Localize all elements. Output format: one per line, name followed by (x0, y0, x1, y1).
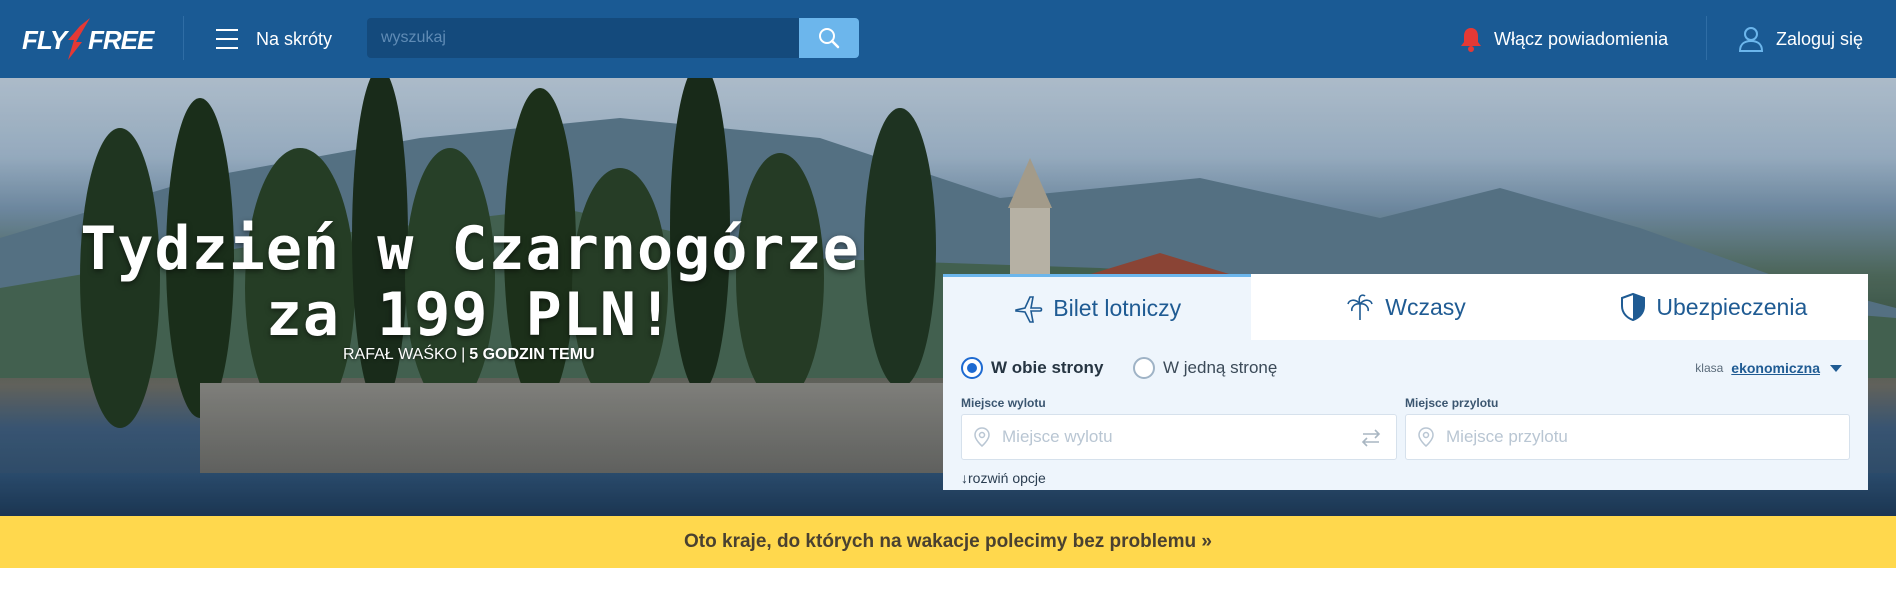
class-label: klasa (1695, 361, 1724, 375)
location-pin-icon (974, 427, 990, 447)
class-selector[interactable]: klasa ekonomiczna (1695, 360, 1842, 376)
shortcuts-menu-label: Na skróty (256, 28, 333, 49)
flight-search-panel: W obie strony W jedną stronę klasa ekono… (943, 340, 1868, 490)
radio-label: W jedną stronę (1163, 358, 1278, 377)
swap-icon[interactable] (1360, 427, 1382, 449)
shield-icon (1621, 292, 1646, 322)
promo-banner-text: Oto kraje, do których na wakacje polecim… (684, 531, 1212, 552)
tab-insurance[interactable]: Ubezpieczenia (1559, 274, 1868, 340)
class-value[interactable]: ekonomiczna (1731, 360, 1820, 376)
article-author: Rafał Waśko (343, 346, 458, 363)
departure-input[interactable] (1002, 427, 1332, 447)
arrival-field[interactable] (1405, 414, 1850, 460)
search-icon (819, 28, 840, 49)
tab-label: Bilet lotniczy (1053, 295, 1182, 321)
departure-field[interactable] (961, 414, 1397, 460)
tab-label: Wczasy (1385, 293, 1466, 320)
flight-search-widget: Bilet lotniczy Wczasy Ubezpieczenia W ob… (943, 274, 1868, 490)
hamburger-icon (216, 29, 238, 49)
promo-banner-link[interactable]: Oto kraje, do których na wakacje polecim… (0, 516, 1896, 568)
radio-checked-icon (961, 357, 983, 379)
radio-label: W obie strony (991, 358, 1104, 377)
login-label: Zaloguj się (1776, 28, 1864, 49)
location-pin-icon (1418, 427, 1434, 447)
tab-holidays[interactable]: Wczasy (1251, 274, 1560, 340)
flyfree-logo[interactable]: FLY FREE (22, 18, 154, 60)
logo-text-left: FLY (22, 25, 67, 55)
search-button[interactable] (799, 18, 859, 58)
header-divider (183, 16, 184, 60)
expand-options-link[interactable]: ↓rozwiń opcje (961, 470, 1046, 486)
palm-tree-icon (1347, 294, 1374, 320)
booking-tabs: Bilet lotniczy Wczasy Ubezpieczenia (943, 274, 1868, 340)
article-meta: Rafał Waśko | 5 GODZIN TEMU (343, 346, 595, 364)
bell-icon (1461, 28, 1481, 52)
meta-separator: | (461, 346, 466, 363)
arrival-label: Miejsce przylotu (1405, 396, 1499, 410)
logo-text-right: FREE (88, 25, 154, 55)
plane-icon (1015, 295, 1043, 323)
chevron-down-icon[interactable] (1830, 364, 1842, 372)
article-title[interactable]: Tydzień w Czarnogórze za 199 PLN! (40, 216, 900, 348)
departure-label: Miejsce wylotu (961, 396, 1046, 410)
article-time: 5 GODZIN TEMU (469, 346, 595, 363)
top-navigation-bar: FLY FREE Na skróty Włącz powiadomienia (0, 0, 1896, 78)
enable-notifications-button[interactable]: Włącz powiadomienia (1460, 24, 1668, 54)
header-divider (1706, 16, 1707, 60)
search-input[interactable] (367, 18, 799, 58)
login-button[interactable]: Zaloguj się (1738, 24, 1863, 54)
tab-flight-ticket[interactable]: Bilet lotniczy (943, 274, 1252, 340)
radio-round-trip[interactable]: W obie strony (961, 356, 1103, 380)
notifications-label: Włącz powiadomienia (1494, 28, 1669, 49)
user-icon (1738, 27, 1764, 52)
arrival-input[interactable] (1446, 427, 1776, 447)
radio-unchecked-icon (1133, 357, 1155, 379)
shortcuts-menu-button[interactable]: Na skróty (216, 24, 332, 54)
radio-one-way[interactable]: W jedną stronę (1133, 356, 1277, 380)
tab-label: Ubezpieczenia (1656, 293, 1808, 320)
